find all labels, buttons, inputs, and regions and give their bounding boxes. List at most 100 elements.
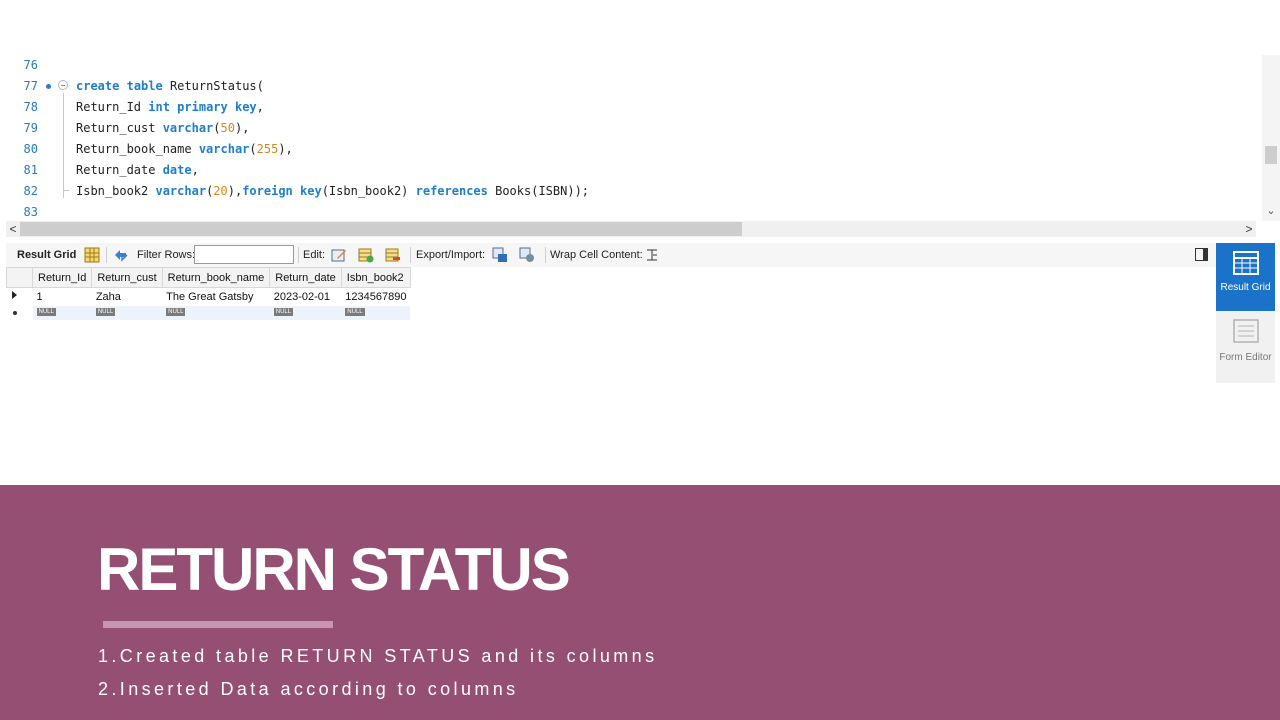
code-line[interactable]: 79 Return_cust varchar(50),	[6, 118, 1256, 139]
fold-toggle-icon[interactable]	[58, 80, 68, 90]
result-toolbar: Result Grid Filter Rows: Edit: Export/Im…	[6, 243, 1216, 267]
sql-editor[interactable]: 76 77 create table ReturnStatus(78 Return_I…	[6, 55, 1280, 221]
table-cell[interactable]: 1	[33, 288, 92, 306]
code-line[interactable]: 76	[6, 55, 1256, 76]
edit-row-icon[interactable]	[331, 247, 347, 263]
statement-marker-icon	[46, 76, 52, 97]
toolbar-divider	[106, 247, 107, 263]
column-header[interactable]: Return_cust	[91, 267, 163, 288]
scroll-left-arrow-icon[interactable]: <	[6, 221, 20, 237]
line-number: 82	[23, 184, 38, 198]
grid-header-row: Return_Id Return_cust Return_book_name Retu…	[6, 267, 411, 288]
code-text: Return_cust varchar(50),	[76, 118, 249, 139]
table-cell[interactable]: The Great Gatsby	[162, 288, 270, 306]
table-cell[interactable]: 1234567890	[341, 288, 410, 306]
result-grid-side-button[interactable]: Result Grid	[1216, 243, 1275, 311]
column-header[interactable]: Isbn_book2	[340, 267, 411, 288]
sql-token: ,	[256, 100, 264, 114]
null-cell[interactable]: NULL	[162, 305, 270, 320]
slide-title-banner: RETURN STATUS 1.Created table RETURN STA…	[0, 485, 1280, 720]
delete-row-icon[interactable]	[385, 247, 401, 263]
null-badge: NULL	[345, 307, 365, 316]
wrap-cell-content-label: Wrap Cell Content:	[550, 249, 643, 261]
code-line[interactable]: 83	[6, 202, 1256, 223]
sql-token: Isbn_book2	[76, 184, 156, 198]
null-badge: NULL	[166, 307, 186, 316]
table-cell[interactable]: Zaha	[92, 288, 162, 306]
code-line[interactable]: 77 create table ReturnStatus(	[6, 76, 1256, 97]
result-grid: Return_Id Return_cust Return_book_name Retu…	[6, 267, 411, 320]
column-header[interactable]: Return_date	[269, 267, 342, 288]
filter-rows-input[interactable]	[194, 245, 294, 264]
horizontal-scrollbar[interactable]: < >	[6, 221, 1256, 237]
sql-token: ,	[191, 163, 199, 177]
null-badge: NULL	[36, 307, 56, 316]
sql-keyword: date	[162, 163, 192, 177]
result-grid-icon	[1233, 251, 1259, 275]
sql-keyword: varchar	[155, 184, 207, 198]
sql-keyword: foreign	[242, 184, 293, 198]
title-underline	[103, 621, 333, 628]
null-cell[interactable]: NULL	[32, 305, 92, 320]
result-grid-tab[interactable]: Result Grid	[17, 243, 76, 267]
null-cell[interactable]: NULL	[269, 305, 342, 320]
wrap-text-icon[interactable]	[644, 247, 660, 263]
sql-token: (	[213, 121, 221, 135]
edit-label: Edit:	[303, 249, 326, 261]
null-badge: NULL	[273, 307, 294, 316]
new-row[interactable]: NULL NULL NULL NULL NULL	[6, 305, 411, 320]
sql-number: 255	[256, 142, 279, 156]
toolbar-divider	[410, 247, 411, 263]
result-grid-area: Return_Id Return_cust Return_book_name Retu…	[6, 267, 1216, 383]
code-line[interactable]: 80 Return_book_name varchar(255),	[6, 139, 1256, 160]
code-line[interactable]: 81 Return_date date,	[6, 160, 1256, 181]
import-icon[interactable]	[519, 247, 535, 263]
sql-number: 50	[220, 121, 235, 135]
grid-layout-icon[interactable]	[84, 247, 100, 263]
result-side-panel: Result Grid Form Editor	[1216, 243, 1275, 383]
line-number: 78	[23, 100, 38, 114]
refresh-arrows-icon[interactable]	[113, 247, 129, 263]
code-text: create table ReturnStatus(	[76, 76, 264, 97]
vertical-scrollbar[interactable]: ⌄	[1262, 55, 1280, 221]
toolbar-divider	[545, 247, 546, 263]
new-row-marker-icon[interactable]	[6, 305, 33, 320]
vertical-scroll-thumb[interactable]	[1265, 146, 1277, 164]
insert-row-icon[interactable]	[358, 247, 374, 263]
horizontal-scroll-thumb[interactable]	[20, 222, 742, 236]
scroll-right-arrow-icon[interactable]: >	[1242, 221, 1256, 237]
form-editor-icon	[1233, 319, 1259, 343]
toggle-panel-icon[interactable]	[1195, 248, 1208, 261]
form-editor-side-button[interactable]: Form Editor	[1216, 313, 1275, 381]
line-number: 81	[23, 163, 38, 177]
line-number: 76	[23, 58, 38, 72]
column-header[interactable]: Return_book_name	[161, 267, 271, 288]
form-editor-side-label: Form Editor	[1219, 352, 1272, 363]
line-number: 80	[23, 142, 38, 156]
null-cell[interactable]: NULL	[341, 305, 411, 320]
slide-title: RETURN STATUS	[97, 536, 571, 603]
line-number: 83	[23, 205, 38, 219]
table-cell[interactable]: 2023-02-01	[270, 288, 342, 306]
sql-number: 20	[213, 184, 228, 198]
export-icon[interactable]	[492, 247, 508, 263]
sql-keyword: int	[148, 100, 170, 114]
sql-keyword: key	[234, 100, 257, 114]
toolbar-divider	[298, 247, 299, 263]
null-cell[interactable]: NULL	[91, 305, 163, 320]
row-selector-icon[interactable]	[6, 287, 33, 306]
line-number: 79	[23, 121, 38, 135]
sql-keyword: table	[126, 79, 163, 93]
code-text: Return_date date,	[76, 160, 199, 181]
column-header[interactable]: Return_Id	[31, 267, 93, 288]
null-badge: NULL	[95, 307, 116, 316]
export-import-label: Export/Import:	[416, 249, 486, 261]
table-row[interactable]: 1 Zaha The Great Gatsby 2023-02-01 123456789…	[6, 287, 411, 306]
scroll-down-arrow-icon[interactable]: ⌄	[1263, 204, 1279, 218]
sql-keyword: varchar	[162, 121, 214, 135]
code-line[interactable]: 82 Isbn_book2 varchar(20),foreign key(Isb…	[6, 181, 1256, 202]
sql-keyword: references	[415, 184, 488, 198]
code-line[interactable]: 78 Return_Id int primary key,	[6, 97, 1256, 118]
